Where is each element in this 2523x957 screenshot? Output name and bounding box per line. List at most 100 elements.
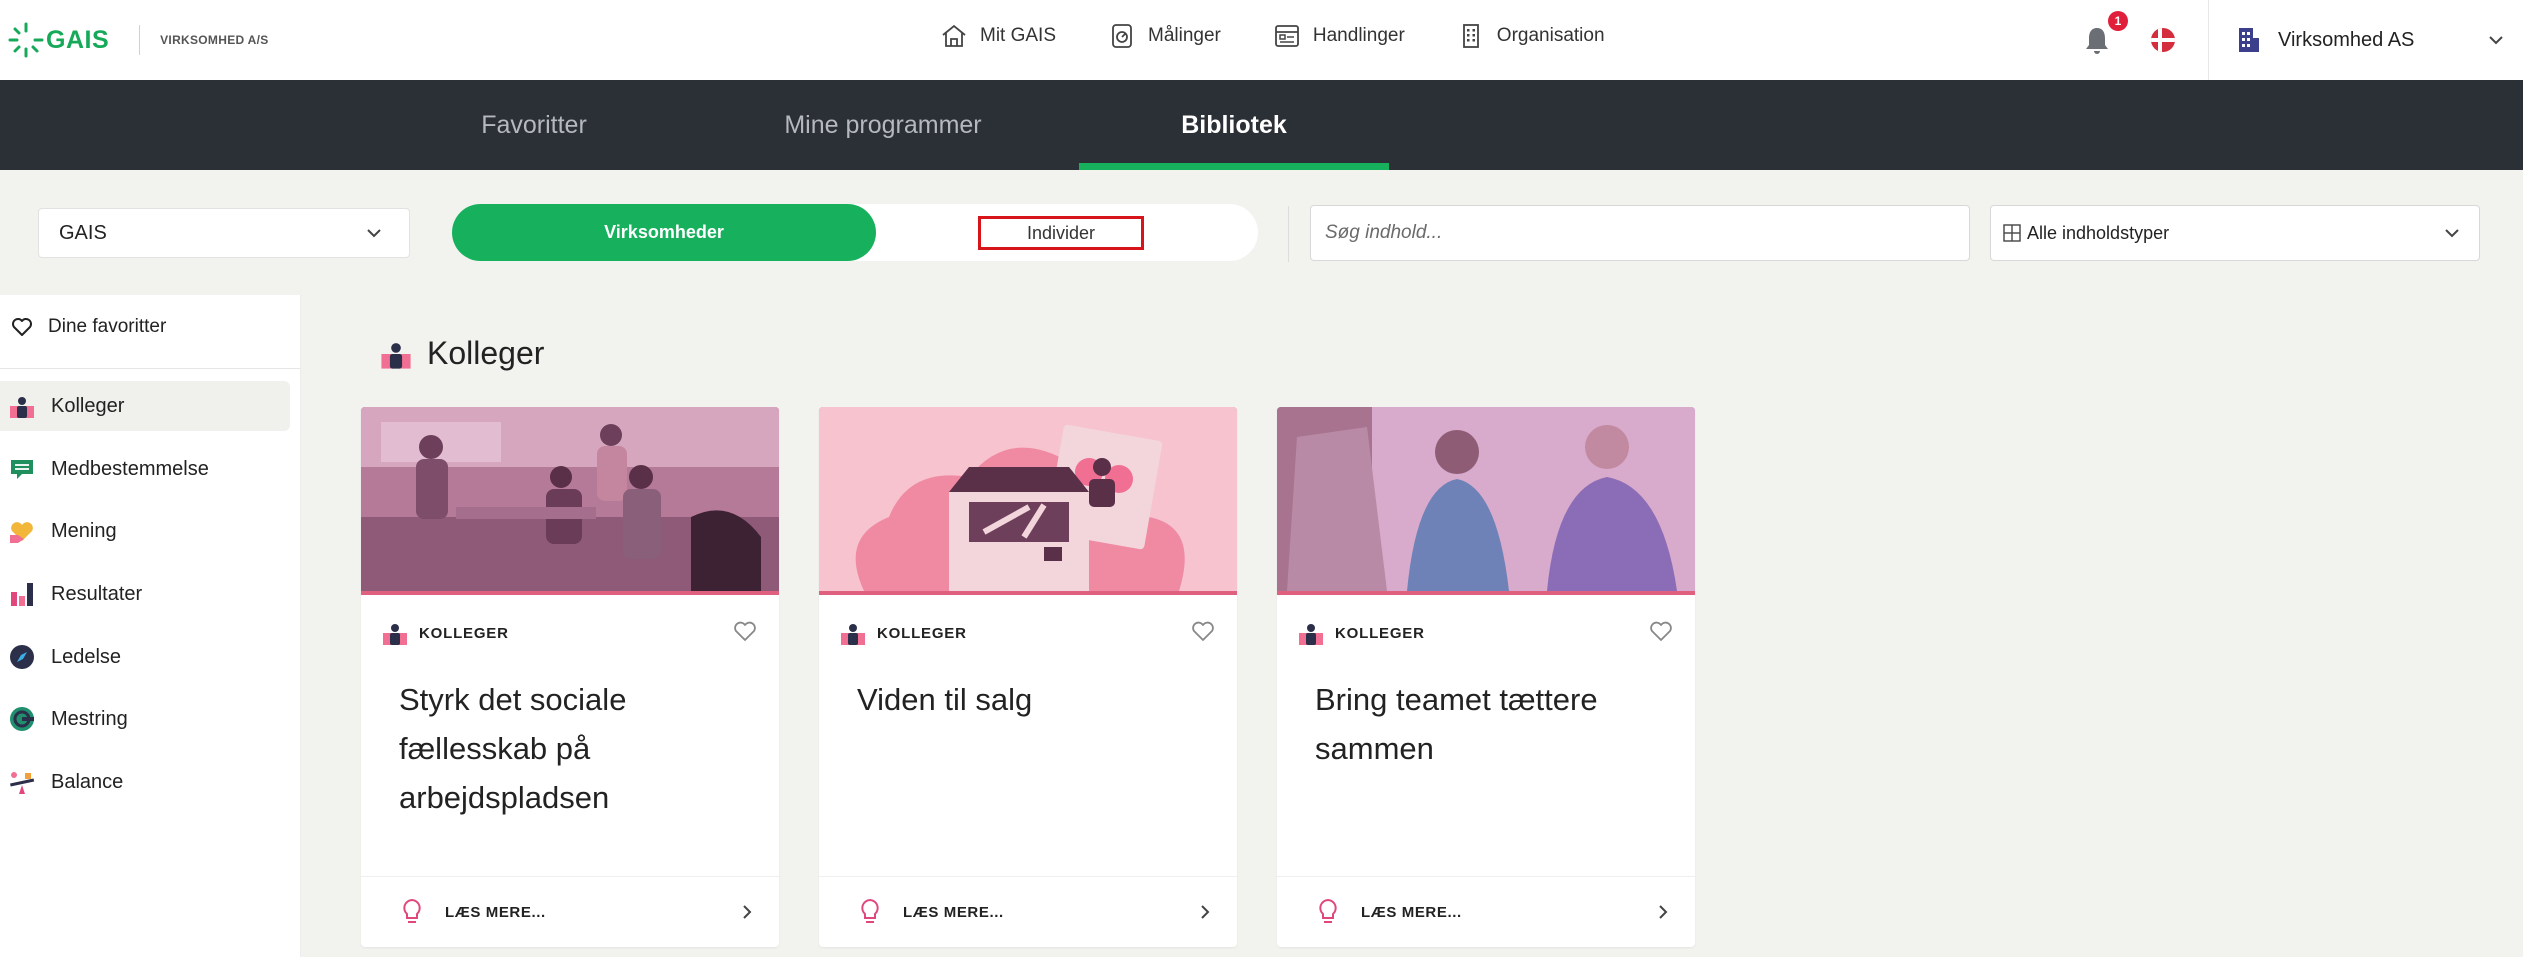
- section-title: Kolleger: [427, 335, 545, 371]
- tab-favoritter[interactable]: Favoritter: [420, 80, 648, 170]
- company-building-icon: [2239, 28, 2259, 52]
- search-input[interactable]: [1310, 205, 1970, 261]
- card-title: Bring teamet tættere sammen: [1315, 682, 1598, 766]
- library-content: Kolleger KOLLEGER Styrk det sociale fæll…: [301, 295, 2523, 957]
- card-category-label: KOLLEGER: [877, 624, 967, 642]
- content-card[interactable]: KOLLEGER Viden til salg LÆS MERE...: [819, 407, 1237, 947]
- nav-malinger[interactable]: Målinger: [1108, 22, 1221, 50]
- sidebar-item-mening[interactable]: Mening: [0, 506, 290, 556]
- sidebar-item-label: Mestring: [51, 707, 128, 730]
- favorite-heart-icon[interactable]: [731, 617, 759, 645]
- chevron-down-icon: [2445, 229, 2459, 238]
- favorite-heart-icon[interactable]: [1647, 617, 1675, 645]
- top-bar: GAIS VIRKSOMHED A/S Mit GAIS Målinger Ha…: [0, 0, 2523, 81]
- category-sidebar: Dine favoritter Kolleger Medbestemmelse …: [0, 295, 301, 957]
- chevron-right-icon: [1201, 905, 1210, 919]
- office-team-photo: [361, 407, 779, 595]
- lightbulb-icon: [403, 898, 421, 923]
- sidebar-item-mestring[interactable]: Mestring: [0, 694, 290, 744]
- sidebar-divider: [0, 368, 300, 369]
- sidebar-item-resultater[interactable]: Resultater: [0, 569, 290, 619]
- card-category-label: KOLLEGER: [419, 624, 509, 642]
- card-category-tag: KOLLEGER: [1297, 619, 1425, 647]
- main-nav: Mit GAIS Målinger Handlinger Organisatio…: [940, 22, 1657, 50]
- colleagues-talking-photo: [1277, 407, 1695, 595]
- card-title: Styrk det sociale fællesskab på arbejdsp…: [399, 682, 627, 815]
- sidebar-item-kolleger[interactable]: Kolleger: [0, 381, 290, 431]
- chevron-right-icon: [1659, 905, 1668, 919]
- danish-flag-icon[interactable]: [2151, 28, 2175, 52]
- nav-label: Handlinger: [1312, 25, 1405, 46]
- toolbox-illustration: [819, 407, 1237, 595]
- measurement-icon: [1112, 24, 1132, 48]
- section-header: Kolleger: [379, 335, 544, 372]
- company-selector[interactable]: Virksomhed AS: [2236, 22, 2506, 58]
- heart-hand-icon: [7, 516, 37, 546]
- sidebar-item-medbestemmelse[interactable]: Medbestemmelse: [0, 444, 290, 494]
- organisation-select-value: GAIS: [59, 221, 107, 244]
- house-icon: [942, 24, 966, 47]
- read-more-label: LÆS MERE...: [445, 903, 546, 921]
- nav-mit-gais[interactable]: Mit GAIS: [940, 22, 1056, 50]
- nav-handlinger[interactable]: Handlinger: [1273, 22, 1405, 50]
- company-label: VIRKSOMHED A/S: [160, 33, 269, 47]
- organisation-select[interactable]: GAIS: [38, 208, 410, 258]
- read-more-label: LÆS MERE...: [903, 903, 1004, 921]
- chat-icon: [7, 454, 37, 484]
- sidebar-item-label: Mening: [51, 519, 117, 542]
- card-category-tag: KOLLEGER: [839, 619, 967, 647]
- compass-icon: [7, 642, 37, 672]
- card-category-label: KOLLEGER: [1335, 624, 1425, 642]
- heart-icon: [12, 318, 32, 336]
- content-type-select[interactable]: Alle indholdstyper: [1990, 205, 2480, 261]
- chevron-down-icon: [2489, 36, 2503, 45]
- read-more-link[interactable]: LÆS MERE...: [361, 876, 779, 947]
- tab-bibliotek[interactable]: Bibliotek: [1079, 80, 1389, 170]
- sidebar-item-ledelse[interactable]: Ledelse: [0, 632, 290, 682]
- card-title: Viden til salg: [857, 682, 1033, 717]
- audience-toggle: Virksomheder Individer: [452, 204, 1258, 261]
- bell-icon[interactable]: [2082, 24, 2112, 58]
- content-card[interactable]: KOLLEGER Styrk det sociale fællesskab på…: [361, 407, 779, 947]
- gais-logo[interactable]: GAIS VIRKSOMHED A/S: [8, 18, 269, 62]
- card-category-tag: KOLLEGER: [381, 619, 509, 647]
- favorites-link[interactable]: Dine favoritter: [10, 315, 166, 339]
- read-more-label: LÆS MERE...: [1361, 903, 1462, 921]
- balance-icon: [7, 767, 37, 797]
- content-type-value: Alle indholdstyper: [2027, 222, 2170, 243]
- nav-organisation[interactable]: Organisation: [1457, 22, 1605, 50]
- segment-virksomheder[interactable]: Virksomheder: [452, 204, 876, 261]
- mastery-icon: [7, 704, 37, 734]
- sidebar-item-label: Kolleger: [51, 394, 125, 417]
- topbar-divider: [2208, 0, 2209, 80]
- nav-label: Mit GAIS: [980, 25, 1057, 46]
- sidebar-item-label: Ledelse: [51, 645, 122, 668]
- sidebar-item-label: Medbestemmelse: [51, 457, 209, 480]
- colleagues-icon: [841, 624, 865, 645]
- nav-label: Målinger: [1148, 25, 1221, 46]
- filter-bar: GAIS Virksomheder Individer Alle indhold…: [0, 170, 2523, 295]
- chevron-down-icon: [367, 229, 381, 238]
- content-card[interactable]: KOLLEGER Bring teamet tættere sammen LÆS…: [1277, 407, 1695, 947]
- notification-badge: 1: [2108, 11, 2128, 31]
- sidebar-item-balance[interactable]: Balance: [0, 757, 290, 807]
- read-more-link[interactable]: LÆS MERE...: [1277, 876, 1695, 947]
- building-icon: [1462, 24, 1479, 48]
- tab-mine-programmer[interactable]: Mine programmer: [732, 80, 1034, 170]
- sidebar-item-label: Balance: [51, 770, 124, 793]
- nav-label: Organisation: [1496, 25, 1605, 46]
- favorite-heart-icon[interactable]: [1189, 617, 1217, 645]
- filter-divider: [1288, 206, 1289, 262]
- brand-name: GAIS: [46, 25, 110, 54]
- logo-divider: [139, 25, 141, 55]
- colleagues-icon: [7, 391, 37, 421]
- sidebar-item-label: Resultater: [51, 582, 143, 605]
- read-more-link[interactable]: LÆS MERE...: [819, 876, 1237, 947]
- grid-icon: [2003, 224, 2021, 242]
- chevron-right-icon: [743, 905, 752, 919]
- gais-sun-icon: [8, 22, 44, 58]
- segment-individer[interactable]: Individer: [978, 216, 1144, 250]
- lightbulb-icon: [861, 898, 879, 923]
- actions-icon: [1274, 25, 1299, 47]
- colleagues-icon: [381, 342, 411, 369]
